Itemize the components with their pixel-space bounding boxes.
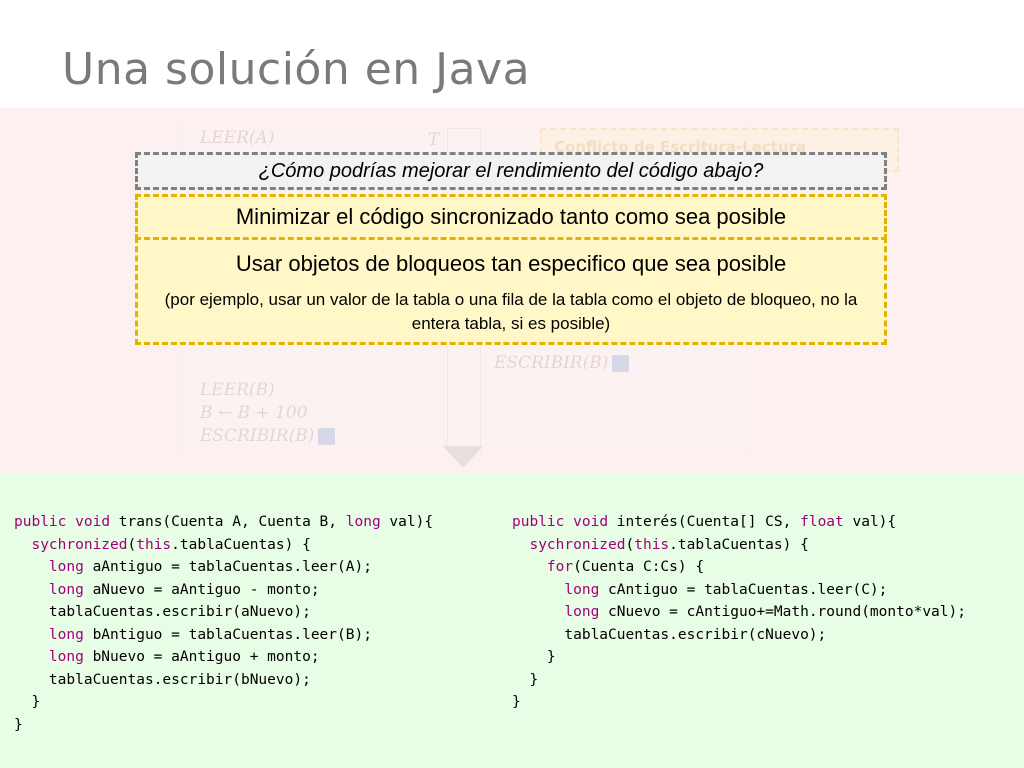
code-line: public void interés(Cuenta[] CS, float v… — [512, 514, 897, 530]
tip-specific-locks-heading: Usar objetos de bloqueos tan especifico … — [235, 251, 787, 276]
left-step-read: LEER(B) — [200, 380, 275, 400]
code-line: tablaCuentas.escribir(aNuevo); — [14, 604, 311, 620]
left-step-write-label: ESCRIBIR(B) — [200, 426, 315, 446]
code-line: long cNuevo = cAntiguo+=Math.round(monto… — [564, 604, 966, 620]
interes-method-code: public void interés(Cuenta[] CS, float v… — [512, 511, 966, 714]
right-step-write: ESCRIBIR(B) — [494, 353, 630, 373]
code-line: } — [14, 694, 41, 710]
code-line: tablaCuentas.escribir(bNuevo); — [14, 671, 311, 688]
tip-specific-locks: Usar objetos de bloqueos tan especifico … — [135, 237, 887, 345]
save-icon — [318, 428, 336, 445]
code-line: long aAntiguo = tablaCuentas.leer(A); — [48, 559, 372, 575]
question-box: ¿Cómo podrías mejorar el rendimiento del… — [135, 152, 887, 190]
code-line: } — [14, 716, 23, 733]
tip-specific-locks-detail: (por ejemplo, usar un valor de la tabla … — [164, 290, 858, 333]
down-arrow-icon — [443, 446, 483, 468]
code-line: long aNuevo = aAntiguo - monto; — [48, 581, 320, 598]
column-letter: T — [428, 130, 440, 150]
code-line: long bNuevo = aAntiguo + monto; — [48, 649, 320, 665]
code-line: long cAntiguo = tablaCuentas.leer(C); — [564, 581, 888, 598]
code-line: long bAntiguo = tablaCuentas.leer(B); — [48, 626, 372, 643]
code-line: sychronized(this.tablaCuentas) { — [31, 536, 311, 553]
code-line: } — [512, 694, 521, 710]
code-line: sychronized(this.tablaCuentas) { — [529, 536, 809, 553]
code-line: public void trans(Cuenta A, Cuenta B, lo… — [14, 514, 434, 530]
left-step-compute: B ← B + 100 — [200, 403, 308, 423]
code-line: } — [512, 649, 556, 665]
code-line: for(Cuenta C:Cs) { — [546, 559, 705, 575]
slide-title: Una solución en Java — [62, 44, 531, 95]
save-icon — [612, 355, 630, 372]
trans-method-code: public void trans(Cuenta A, Cuenta B, lo… — [14, 511, 433, 736]
left-step-write: ESCRIBIR(B) — [200, 426, 336, 446]
code-line: tablaCuentas.escribir(cNuevo); — [512, 626, 827, 643]
code-line: } — [512, 671, 539, 688]
right-step-write-label: ESCRIBIR(B) — [494, 353, 609, 373]
tip-minimize-sync: Minimizar el código sincronizado tanto c… — [135, 194, 887, 240]
left-header-step: LEER(A) — [200, 128, 275, 148]
